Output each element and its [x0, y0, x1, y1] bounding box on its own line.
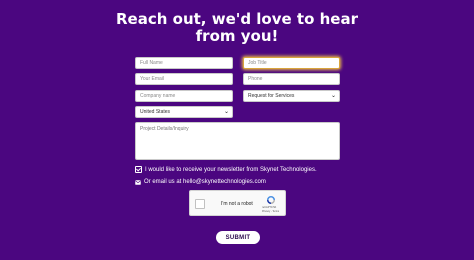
- country-select[interactable]: United States ⌄: [135, 106, 233, 118]
- newsletter-checkbox[interactable]: [135, 166, 142, 173]
- chevron-down-icon: ⌄: [330, 93, 336, 99]
- email-contact-text: Or email us at hello@skynettechnologies.…: [144, 179, 266, 185]
- company-name-input[interactable]: [135, 90, 233, 102]
- recaptcha-logo-icon: [267, 196, 275, 204]
- job-title-input[interactable]: [243, 57, 340, 69]
- newsletter-label: I would like to receive your newsletter …: [145, 166, 317, 173]
- submit-button[interactable]: SUBMIT: [216, 231, 260, 244]
- country-select-value: United States: [140, 109, 171, 115]
- recaptcha-label: I'm not a robot: [221, 201, 253, 207]
- chevron-down-icon: ⌄: [223, 109, 229, 115]
- contact-page: Reach out, we'd love to hear from you! R…: [0, 0, 474, 260]
- recaptcha-brand: reCAPTCHA: [262, 206, 277, 209]
- recaptcha-checkbox[interactable]: [195, 199, 205, 209]
- email-contact-row: Or email us at hello@skynettechnologies.…: [135, 179, 266, 185]
- page-title: Reach out, we'd love to hear from you!: [0, 11, 474, 45]
- service-select[interactable]: Request for Services ⌄: [243, 90, 340, 102]
- recaptcha-widget: I'm not a robot reCAPTCHA Privacy - Term…: [189, 190, 286, 216]
- service-select-value: Request for Services: [248, 93, 295, 99]
- email-input[interactable]: [135, 73, 233, 85]
- envelope-icon: [135, 179, 141, 185]
- project-details-textarea[interactable]: [135, 122, 340, 160]
- recaptcha-terms-link[interactable]: Privacy - Terms: [262, 210, 279, 213]
- phone-input[interactable]: [243, 73, 340, 85]
- title-line-2: from you!: [195, 27, 279, 45]
- title-line-1: Reach out, we'd love to hear: [116, 10, 358, 28]
- full-name-input[interactable]: [135, 57, 233, 69]
- newsletter-row: I would like to receive your newsletter …: [135, 166, 317, 173]
